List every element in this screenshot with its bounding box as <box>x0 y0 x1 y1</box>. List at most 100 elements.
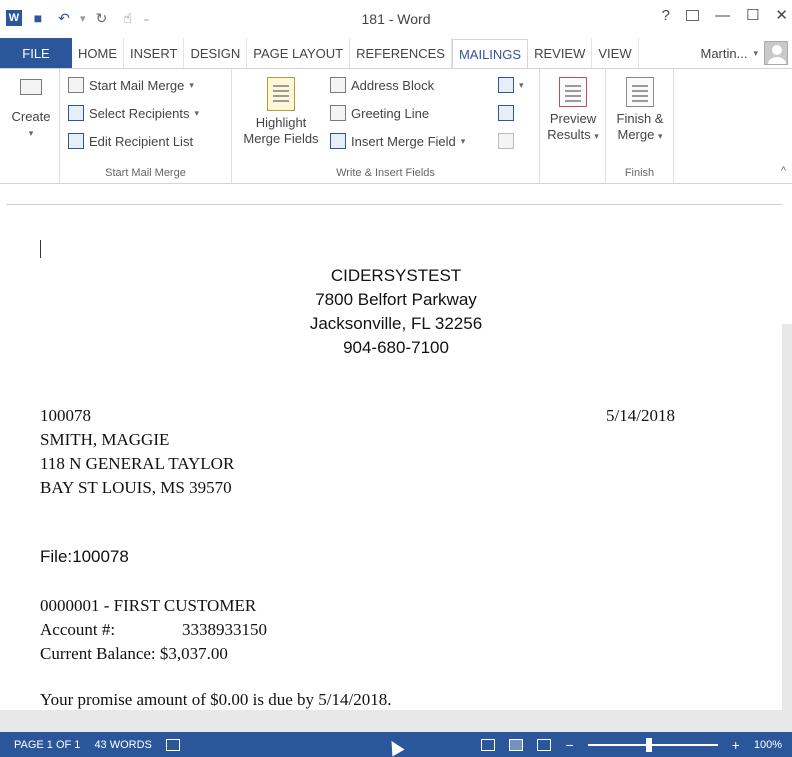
start-mail-merge-button[interactable]: Start Mail Merge ▾ <box>68 77 194 93</box>
zoom-slider[interactable] <box>587 737 718 752</box>
letter-date: 5/14/2018 <box>606 406 675 425</box>
finish-line2: Merge <box>617 127 655 142</box>
select-recipients-button[interactable]: Select Recipients ▾ <box>68 105 199 121</box>
user-name[interactable]: Martin... <box>701 46 748 61</box>
group-preview-results: Preview Results ▾ <box>540 69 606 183</box>
user-dropdown-icon[interactable]: ▾ <box>753 48 758 59</box>
insert-merge-field-button[interactable]: Insert Merge Field ▾ <box>330 133 465 149</box>
finish-line1: Finish & <box>616 111 664 126</box>
account-row: Account #: 3338933150 <box>40 618 267 642</box>
ribbon-tabs: FILE HOME INSERT DESIGN PAGE LAYOUT REFE… <box>0 38 792 69</box>
greeting-line-button[interactable]: Greeting Line <box>330 105 429 121</box>
match-fields-button[interactable] <box>498 105 514 121</box>
company-name: CIDERSYSTEST <box>330 266 462 285</box>
account-label: Account #: <box>40 620 116 639</box>
preview-line2-wrap: Results ▾ <box>547 127 599 144</box>
insert-merge-field-dropdown-icon: ▾ <box>460 135 466 146</box>
rules-button[interactable]: ▾ <box>498 77 524 93</box>
insert-field-icon <box>330 133 346 149</box>
title-bar: W ■ ↶ ▾ ↻ ☝ ₌ 181 - Word ? — ☐ ✕ <box>0 0 792 38</box>
preview-results-button[interactable]: Preview Results ▾ <box>542 77 604 144</box>
create-button[interactable]: Create ▾ <box>8 79 54 141</box>
print-layout-icon[interactable] <box>509 738 524 751</box>
minimize-button[interactable]: — <box>715 7 730 24</box>
edit-recipient-list-button[interactable]: Edit Recipient List <box>68 133 193 149</box>
read-mode-icon[interactable] <box>481 738 496 751</box>
tab-mailings[interactable]: MAILINGS <box>451 39 529 69</box>
group-create: Create ▾ <box>0 69 60 183</box>
tab-home[interactable]: HOME <box>72 38 124 68</box>
word-count[interactable]: 43 WORDS <box>94 739 151 751</box>
highlight-merge-fields-button[interactable]: Highlight Merge Fields <box>234 77 328 147</box>
recipient-id: 100078 <box>40 406 91 425</box>
finish-merge-button[interactable]: Finish & Merge ▾ <box>608 77 672 144</box>
start-mail-merge-label: Start Mail Merge <box>89 77 185 93</box>
recipient-street: 118 N GENERAL TAYLOR <box>40 454 235 473</box>
help-button[interactable]: ? <box>662 7 670 24</box>
update-labels-button[interactable] <box>498 133 514 149</box>
recipient-city: BAY ST LOUIS, MS 39570 <box>40 478 232 497</box>
file-line: File:100078 <box>40 547 129 566</box>
ribbon: Create ▾ Start Mail Merge ▾ Select Recip… <box>0 68 792 184</box>
recipient-address: 100078 SMITH, MAGGIE 118 N GENERAL TAYLO… <box>40 404 234 500</box>
preview-abc-icon <box>559 77 587 107</box>
tab-insert[interactable]: INSERT <box>124 38 185 68</box>
page-top-edge <box>6 204 782 205</box>
update-labels-icon <box>498 133 514 149</box>
account-block: 0000001 - FIRST CUSTOMER Account #: 3338… <box>40 594 267 666</box>
zoom-in-icon[interactable]: + <box>732 737 740 753</box>
avatar[interactable] <box>764 41 788 65</box>
current-balance: Current Balance: $3,037.00 <box>40 644 228 663</box>
zoom-level[interactable]: 100% <box>754 739 782 751</box>
address-block-icon <box>330 77 346 93</box>
maximize-button[interactable]: ☐ <box>746 6 759 24</box>
tab-references[interactable]: REFERENCES <box>350 38 452 68</box>
tab-page-layout[interactable]: PAGE LAYOUT <box>247 38 351 68</box>
create-label: Create <box>11 109 51 124</box>
highlight-line1: Highlight <box>255 115 307 130</box>
finish-dropdown-icon: ▾ <box>657 131 663 141</box>
insert-merge-field-label: Insert Merge Field <box>351 133 456 149</box>
user-account[interactable]: Martin... ▾ <box>701 38 792 68</box>
account-value: 3338933150 <box>182 620 267 639</box>
page-margin-right <box>782 324 792 714</box>
company-header: CIDERSYSTEST 7800 Belfort Parkway Jackso… <box>0 264 792 360</box>
finish-merge-icon <box>626 77 654 107</box>
edit-recipient-list-label: Edit Recipient List <box>89 133 194 149</box>
preview-line2: Results <box>547 127 591 142</box>
web-layout-icon[interactable] <box>537 738 552 751</box>
zoom-slider-thumb[interactable] <box>645 737 652 752</box>
zoom-out-icon[interactable]: − <box>565 737 573 753</box>
collapse-ribbon-icon[interactable]: ^ <box>781 165 786 177</box>
close-button[interactable]: ✕ <box>775 6 788 24</box>
recipients-icon <box>68 105 84 121</box>
group-finish: Finish & Merge ▾ Finish <box>606 69 674 183</box>
tab-review[interactable]: REVIEW <box>528 38 593 68</box>
create-dropdown-icon: ▾ <box>28 128 34 138</box>
recipient-name: SMITH, MAGGIE <box>40 430 170 449</box>
select-recipients-label: Select Recipients <box>89 105 190 121</box>
group-label-write-insert: Write & Insert Fields <box>336 167 435 179</box>
document-area[interactable]: CIDERSYSTEST 7800 Belfort Parkway Jackso… <box>0 184 792 732</box>
tab-view[interactable]: VIEW <box>592 38 639 68</box>
address-block-button[interactable]: Address Block <box>330 77 434 93</box>
proofing-icon[interactable] <box>165 738 180 751</box>
ribbon-display-options-icon[interactable] <box>685 9 699 21</box>
group-start-mail-merge: Start Mail Merge ▾ Select Recipients ▾ E… <box>60 69 232 183</box>
page-count[interactable]: PAGE 1 OF 1 <box>14 739 80 751</box>
group-write-insert-fields: Highlight Merge Fields Address Block Gre… <box>232 69 540 183</box>
page-margin-bottom <box>0 710 792 732</box>
greeting-line-label: Greeting Line <box>351 105 430 121</box>
mail-merge-icon <box>68 77 84 93</box>
match-fields-icon <box>498 105 514 121</box>
status-right: − + 100% <box>481 737 792 753</box>
greeting-line-icon <box>330 105 346 121</box>
rules-icon <box>498 77 514 93</box>
window-controls: ? — ☐ ✕ <box>662 6 788 25</box>
group-label-start-mail-merge: Start Mail Merge <box>105 167 186 179</box>
tab-design[interactable]: DESIGN <box>184 38 248 68</box>
tab-file[interactable]: FILE <box>0 38 72 68</box>
address-block-label: Address Block <box>351 77 435 93</box>
text-cursor <box>40 240 41 258</box>
envelope-icon <box>20 79 42 95</box>
